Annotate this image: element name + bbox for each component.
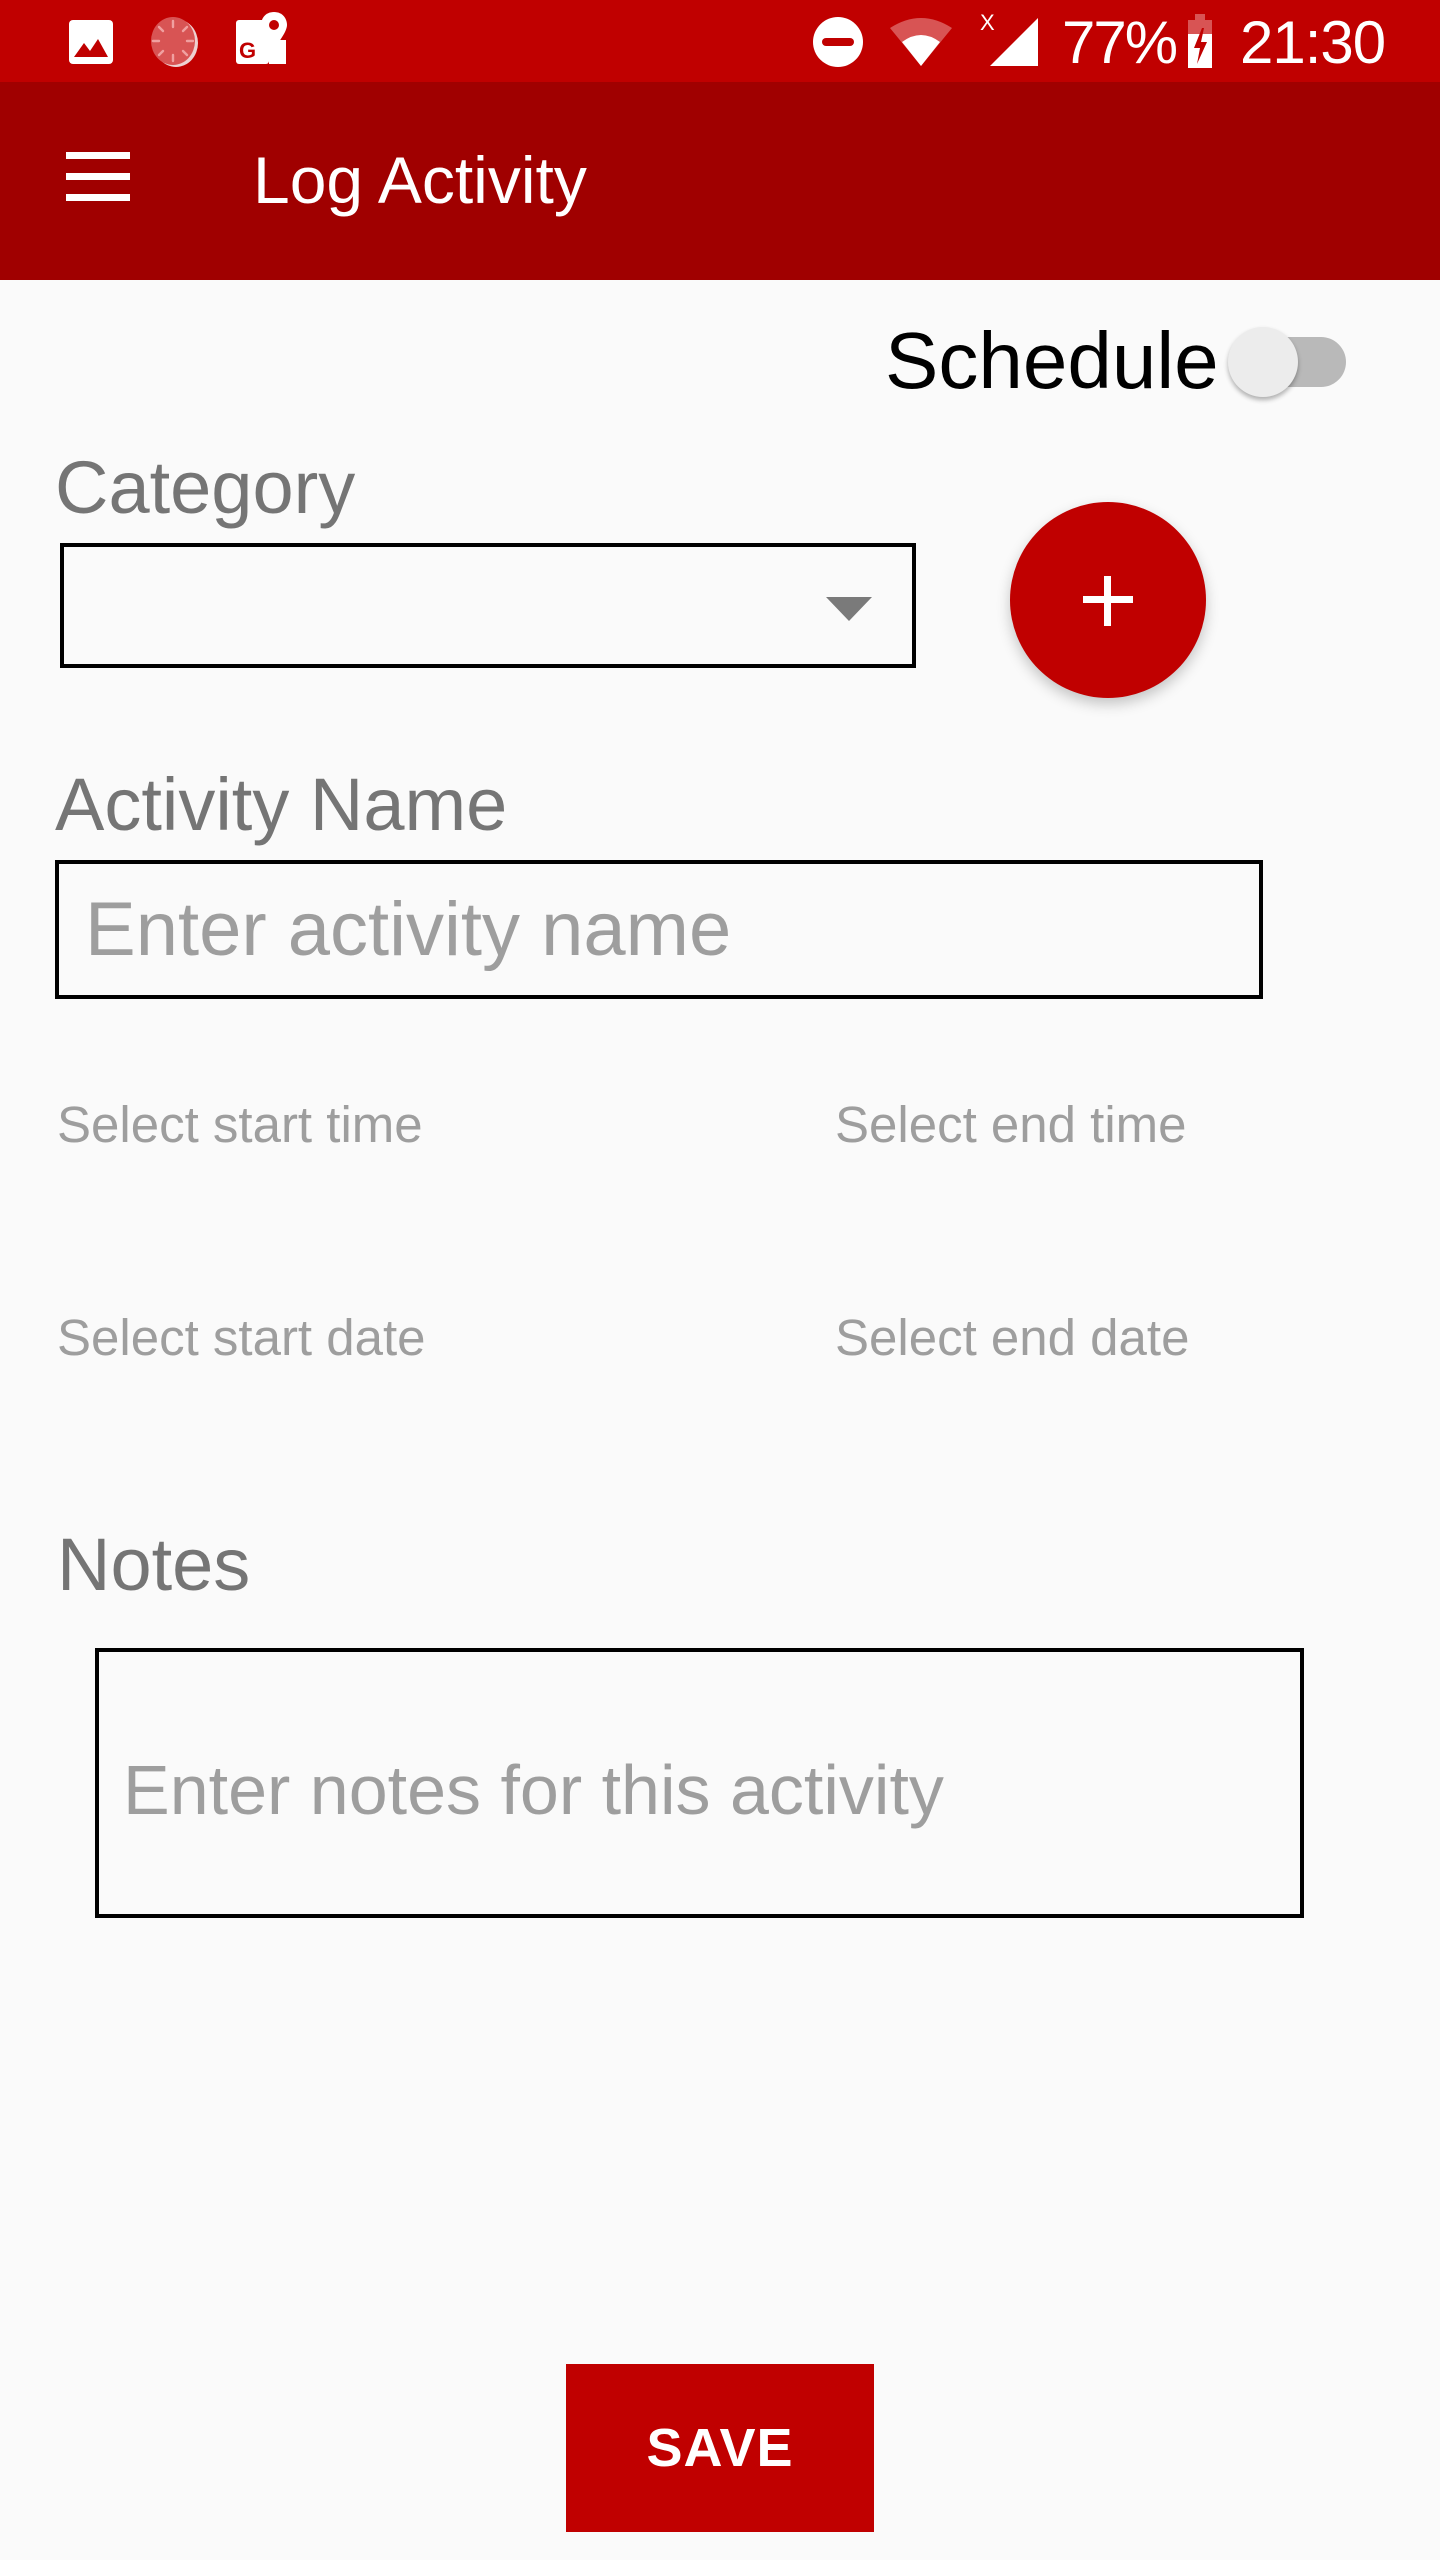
start-time-picker[interactable]: Select start time <box>57 1095 423 1154</box>
gallery-icon <box>69 20 113 64</box>
notes-label: Notes <box>57 1523 251 1606</box>
status-bar: G X 77% 21:30 <box>0 0 1440 82</box>
category-label: Category <box>55 446 356 529</box>
start-date-picker[interactable]: Select start date <box>57 1308 426 1367</box>
save-button[interactable]: SAVE <box>566 2364 874 2532</box>
plus-icon-vertical <box>1104 576 1111 626</box>
do-not-disturb-icon <box>813 17 863 67</box>
schedule-label: Schedule <box>885 316 1219 405</box>
category-dropdown[interactable] <box>60 543 916 668</box>
toggle-thumb <box>1228 327 1298 397</box>
add-category-button[interactable] <box>1010 502 1206 698</box>
app-bar: Log Activity <box>0 82 1440 280</box>
svg-text:G: G <box>239 38 256 63</box>
activity-name-input[interactable] <box>55 860 1263 999</box>
loading-icon <box>151 17 198 67</box>
schedule-toggle[interactable] <box>1228 325 1352 399</box>
battery-charging-icon <box>1188 14 1212 68</box>
wifi-icon <box>890 18 952 66</box>
page-title: Log Activity <box>253 143 587 217</box>
activity-name-label: Activity Name <box>55 763 508 846</box>
notes-input[interactable] <box>95 1648 1304 1918</box>
hamburger-menu-icon[interactable] <box>44 122 154 232</box>
battery-percentage: 77% <box>1062 9 1178 76</box>
end-date-picker[interactable]: Select end date <box>835 1308 1189 1367</box>
dropdown-arrow-icon <box>826 597 872 621</box>
end-time-picker[interactable]: Select end time <box>835 1095 1187 1154</box>
google-maps-icon: G <box>236 12 287 64</box>
clock: 21:30 <box>1240 9 1386 76</box>
svg-text:X: X <box>980 10 995 35</box>
cell-signal-icon: X <box>980 10 1038 66</box>
